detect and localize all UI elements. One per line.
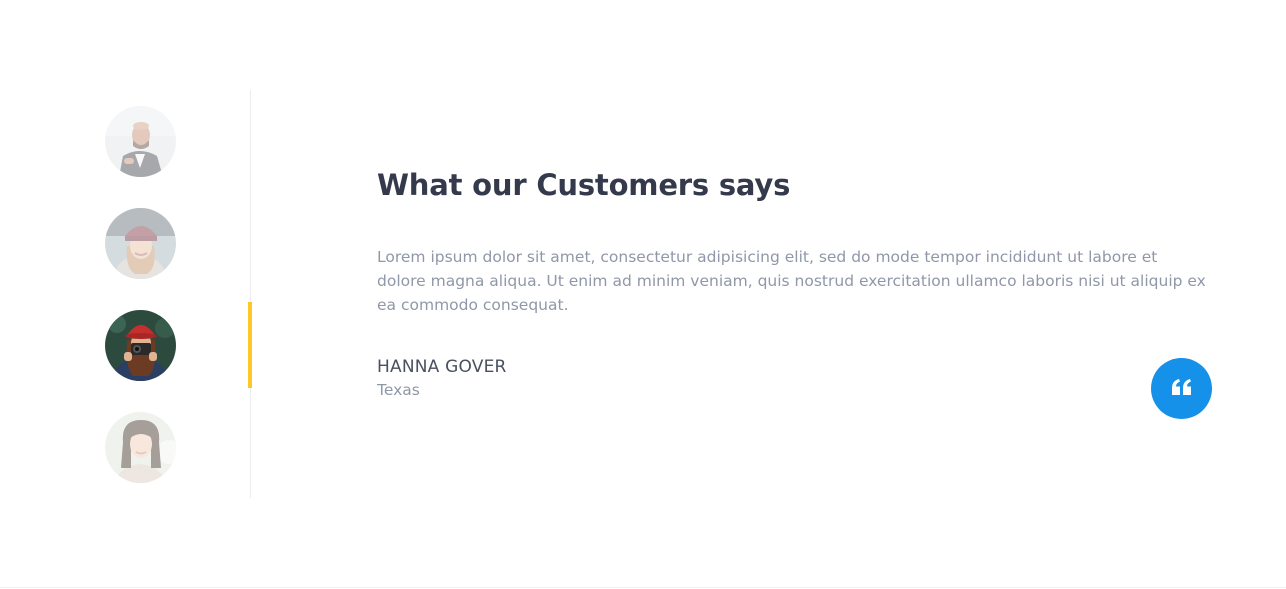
testimonials-section: What our Customers says Lorem ipsum dolo… xyxy=(0,0,1286,589)
customer-avatar-2[interactable] xyxy=(105,208,176,279)
author-location: Texas xyxy=(377,381,420,399)
testimonial-text: Lorem ipsum dolor sit amet, consectetur … xyxy=(377,248,1206,314)
section-heading: What our Customers says xyxy=(377,168,791,202)
customer-avatar-4[interactable] xyxy=(105,412,176,483)
author-name: HANNA GOVER xyxy=(377,357,507,377)
active-indicator xyxy=(248,302,252,388)
quote-badge xyxy=(1151,358,1212,419)
customer-avatar-1[interactable] xyxy=(105,106,176,177)
customer-avatar-3[interactable] xyxy=(105,310,176,381)
quote-icon xyxy=(1171,378,1193,400)
vertical-divider xyxy=(250,90,251,498)
section-bottom-border xyxy=(0,587,1286,588)
